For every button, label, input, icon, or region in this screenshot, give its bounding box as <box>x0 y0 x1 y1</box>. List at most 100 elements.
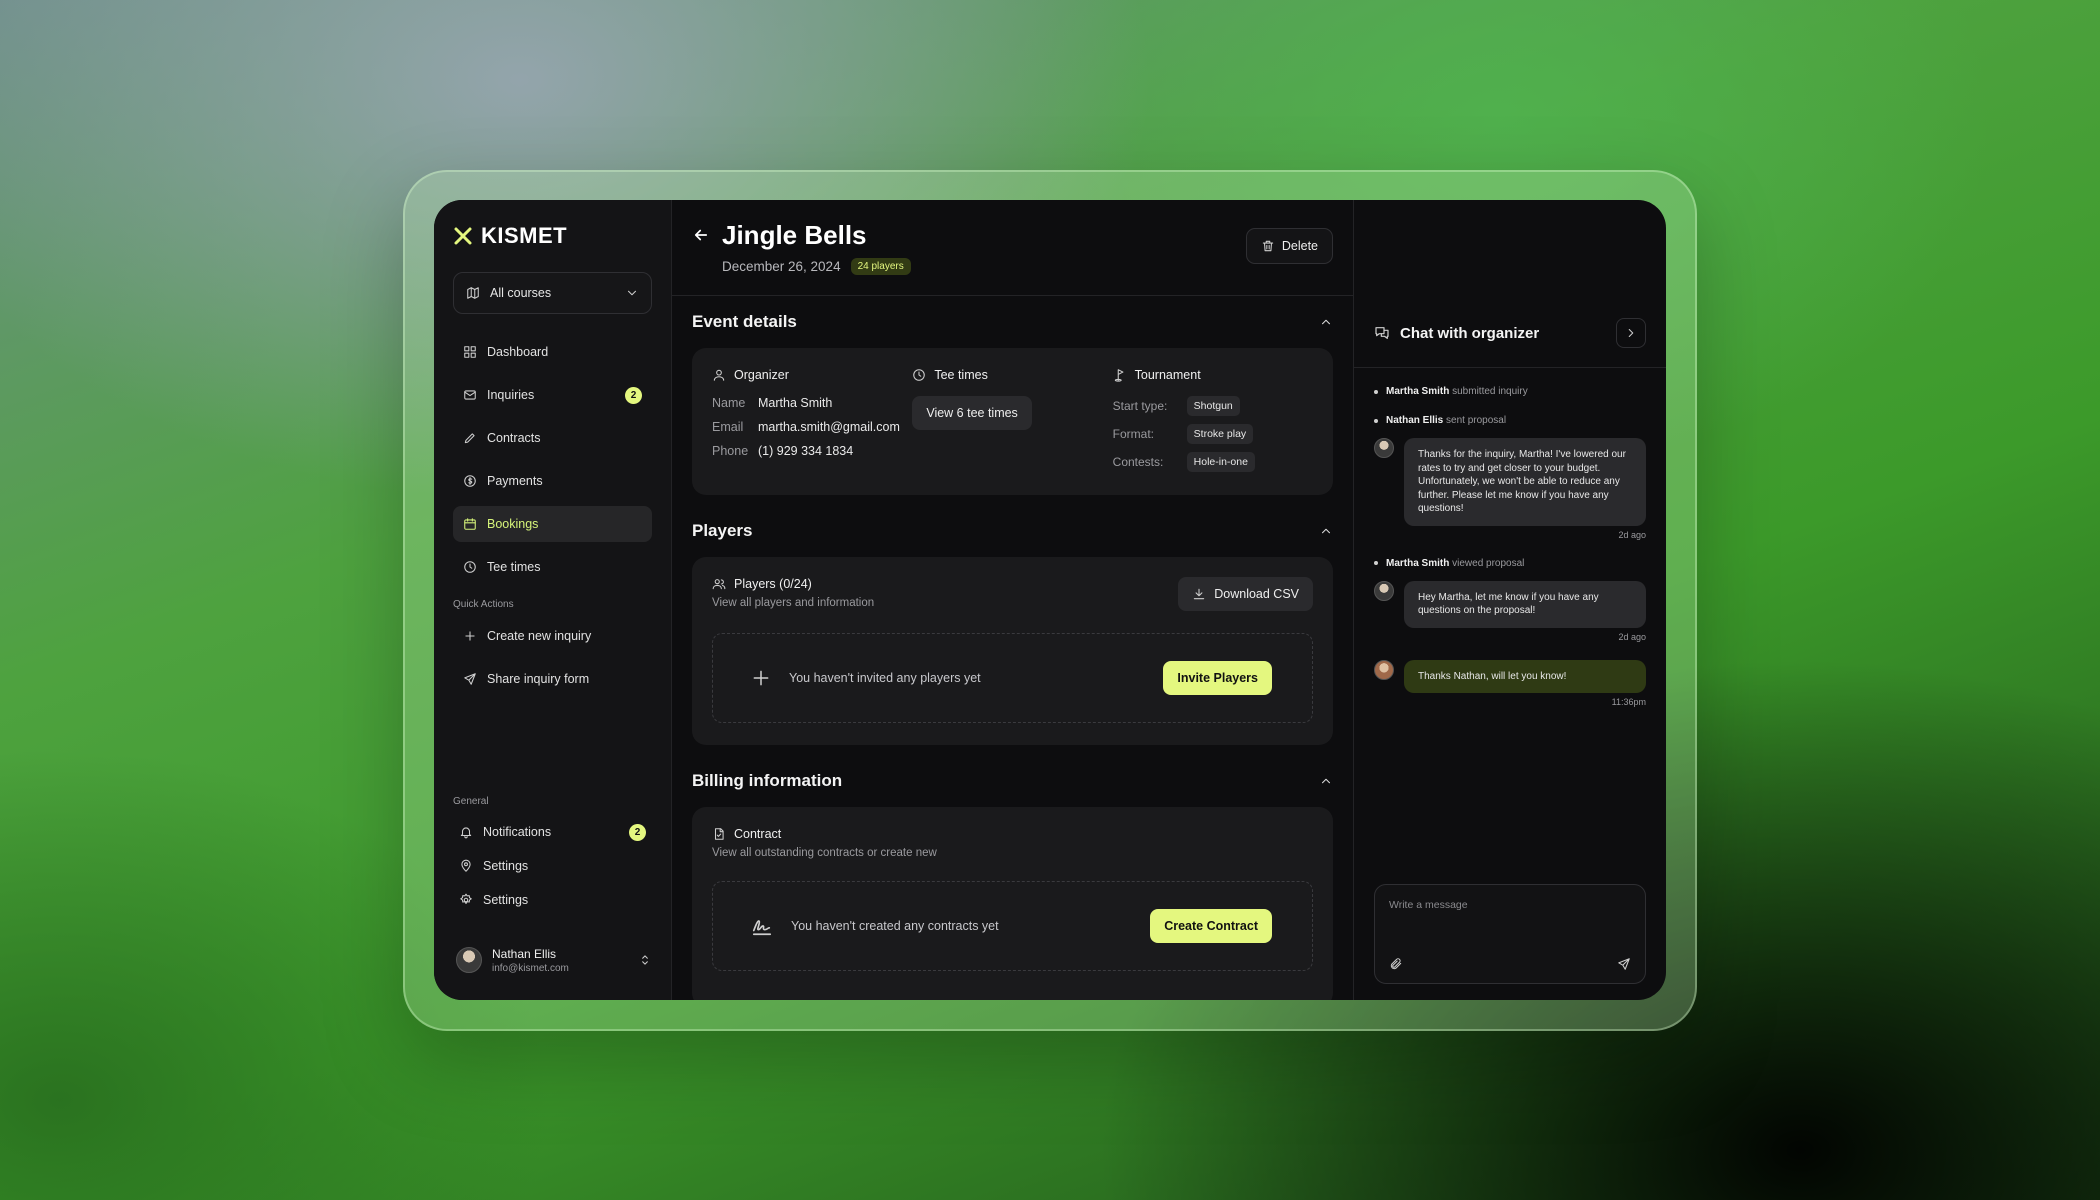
avatar <box>1374 438 1394 458</box>
contract-title: Contract <box>712 827 1313 841</box>
tournament-column: Tournament Start type: Shotgun Format: Str… <box>1113 368 1313 475</box>
send-icon[interactable] <box>1617 957 1631 971</box>
field-key: Contests: <box>1112 455 1164 469</box>
chevron-updown-icon <box>638 953 652 967</box>
billing-header[interactable]: Billing information <box>692 755 1333 807</box>
players-card-top: Players (0/24) View all players and info… <box>712 577 1313 611</box>
collapse-chat-button[interactable] <box>1616 318 1646 348</box>
event-dot <box>1374 389 1378 394</box>
chevron-up-icon[interactable] <box>1319 315 1333 329</box>
page-title: Jingle Bells <box>722 220 867 250</box>
nav-item-label: Dashboard <box>487 345 549 359</box>
back-arrow-icon[interactable] <box>692 226 710 244</box>
event-dot <box>1374 418 1378 423</box>
event-action: sent proposal <box>1446 415 1507 426</box>
empty-text: You haven't invited any players yet <box>789 671 981 685</box>
title-meta: December 26, 2024 24 players <box>722 258 911 275</box>
players-header[interactable]: Players <box>692 505 1333 557</box>
organizer-name-row: Name Martha Smith <box>712 396 912 410</box>
event-details-header[interactable]: Event details <box>692 296 1333 348</box>
field-key: Phone <box>712 444 749 458</box>
field-value: Martha Smith <box>758 396 833 410</box>
section-title: Billing information <box>692 771 843 790</box>
chat-bubbles-icon <box>1374 325 1390 341</box>
field-value[interactable]: martha.smith@gmail.com <box>758 420 900 434</box>
paperclip-icon[interactable] <box>1389 957 1403 971</box>
nav-item-label: Inquiries <box>487 388 535 402</box>
nav-item-label: Notifications <box>483 825 552 839</box>
chat-message-own: Thanks Nathan, will let you know! <box>1374 659 1646 693</box>
create-contract-button[interactable]: Create Contract <box>1150 909 1272 943</box>
download-csv-button[interactable]: Download CSV <box>1178 577 1313 611</box>
mail-icon <box>463 388 477 402</box>
nav-item-label: Settings <box>483 859 529 873</box>
bell-icon <box>459 825 473 839</box>
chevron-up-icon[interactable] <box>1319 774 1333 788</box>
column-title: Tee times <box>934 368 988 382</box>
tee-times-column: Tee times View 6 tee times <box>912 368 1112 475</box>
trash-icon <box>1261 239 1275 253</box>
nav-item-label: Contracts <box>487 431 541 445</box>
quick-actions-label: Quick Actions <box>453 599 514 610</box>
main-nav: Dashboard Inquiries 2 Contracts Payments… <box>453 334 652 585</box>
action-label: Create new inquiry <box>487 629 592 643</box>
nav-item-inquiries[interactable]: Inquiries 2 <box>453 377 652 413</box>
message-input[interactable] <box>1389 899 1631 911</box>
field-chip: Hole-in-one <box>1186 452 1255 472</box>
document-icon <box>712 827 726 841</box>
chat-message: Hey Martha, let me know if you have any … <box>1374 580 1646 628</box>
organizer-phone-row: Phone (1) 929 334 1834 <box>712 444 912 458</box>
chat-event: Martha Smith viewed proposal <box>1374 558 1646 569</box>
main-content: Jingle Bells December 26, 2024 24 player… <box>672 200 1354 1000</box>
players-badge: 24 players <box>850 258 911 275</box>
title-block: Jingle Bells December 26, 2024 24 player… <box>722 222 911 275</box>
message-timestamp: 2d ago <box>1618 631 1646 642</box>
event-actor: Nathan Ellis <box>1386 415 1444 426</box>
nav-item-label: Tee times <box>487 560 541 574</box>
user-menu[interactable]: Nathan Ellis info@kismet.com <box>453 942 652 978</box>
nav-item-contracts[interactable]: Contracts <box>453 420 652 456</box>
nav-item-settings-location[interactable]: Settings <box>453 851 652 881</box>
event-actor: Martha Smith <box>1386 557 1450 569</box>
calendar-icon <box>463 517 477 531</box>
map-icon <box>466 286 480 300</box>
event-action: submitted inquiry <box>1452 386 1528 397</box>
event-actor: Martha Smith <box>1386 386 1450 397</box>
billing-subtitle: View all outstanding contracts or create… <box>712 847 937 859</box>
chat-header-row: Chat with organizer <box>1374 318 1646 348</box>
event-details-card: Organizer Name Martha Smith Email martha.s… <box>692 348 1333 495</box>
delete-button[interactable]: Delete <box>1245 228 1333 264</box>
course-select-label: All courses <box>490 286 552 300</box>
notifications-count-badge: 2 <box>629 823 646 841</box>
chevron-down-icon <box>625 286 639 300</box>
message-bubble: Thanks Nathan, will let you know! <box>1404 659 1646 693</box>
nav-item-bookings[interactable]: Bookings <box>453 506 652 542</box>
chevron-up-icon[interactable] <box>1319 524 1333 538</box>
nav-item-payments[interactable]: Payments <box>453 463 652 499</box>
organizer-email-row: Email martha.smith@gmail.com <box>712 420 912 434</box>
chat-panel: Chat with organizer Martha Smith submitt… <box>1354 200 1666 1000</box>
event-date: December 26, 2024 <box>722 259 841 274</box>
nav-item-dashboard[interactable]: Dashboard <box>453 334 652 370</box>
field-key: Format: <box>1112 427 1154 441</box>
chevron-right-icon <box>1624 326 1638 340</box>
create-new-inquiry-action[interactable]: Create new inquiry <box>453 618 652 654</box>
page-header: Jingle Bells December 26, 2024 24 player… <box>672 200 1353 296</box>
nav-item-notifications[interactable]: Notifications 2 <box>453 817 652 847</box>
avatar <box>1374 659 1394 680</box>
share-inquiry-form-action[interactable]: Share inquiry form <box>453 661 652 697</box>
invite-players-button[interactable]: Invite Players <box>1163 661 1272 695</box>
nav-item-tee-times[interactable]: Tee times <box>453 549 652 585</box>
nav-item-settings[interactable]: Settings <box>453 885 652 915</box>
brand-logo[interactable]: KISMET <box>453 223 652 248</box>
contracts-empty-state: You haven't created any contracts yet Cr… <box>712 881 1313 971</box>
nav-item-label: Bookings <box>487 517 539 531</box>
empty-text: You haven't created any contracts yet <box>791 919 999 933</box>
course-select[interactable]: All courses <box>453 272 652 314</box>
players-card: Players (0/24) View all players and info… <box>692 557 1333 745</box>
view-tee-times-button[interactable]: View 6 tee times <box>912 396 1032 430</box>
chat-title: Chat with organizer <box>1400 324 1540 342</box>
nav-item-label: Payments <box>487 474 543 488</box>
signature-icon <box>751 915 773 937</box>
action-label: Share inquiry form <box>487 672 590 686</box>
